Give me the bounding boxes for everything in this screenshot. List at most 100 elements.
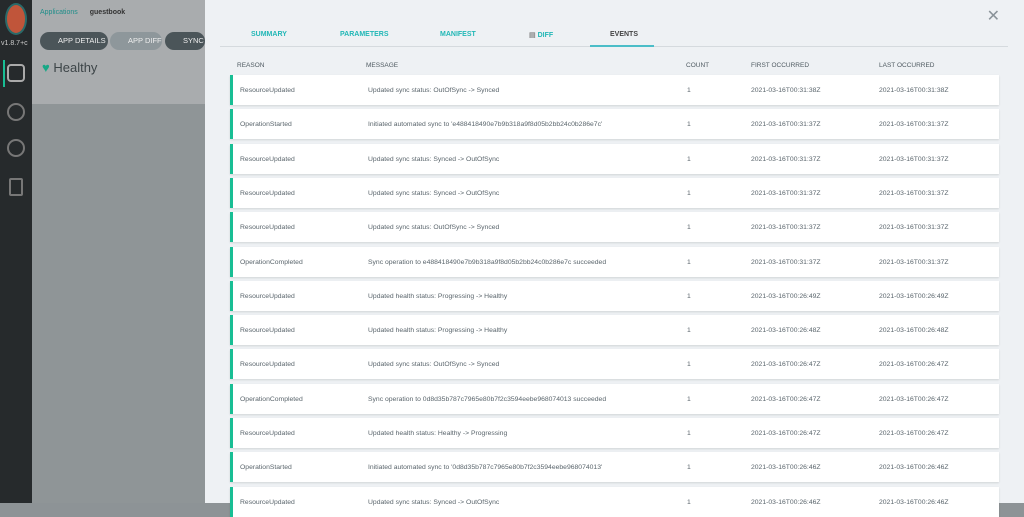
active-tab-underline: [590, 45, 654, 47]
event-reason: OperationCompleted: [240, 258, 303, 266]
tab-bar: SUMMARY PARAMETERS MANIFEST ▤ DIFF EVENT…: [220, 24, 1008, 47]
tab-diff-label: DIFF: [537, 32, 554, 39]
event-last: 2021-03-16T00:26:49Z: [879, 292, 949, 300]
version-label: v1.8.7+c: [1, 40, 28, 47]
event-row[interactable]: ResourceUpdated Updated health status: Pr…: [230, 315, 999, 346]
event-count: 1: [687, 121, 691, 129]
event-row[interactable]: ResourceUpdated Updated sync status: Sync…: [230, 486, 999, 517]
event-first: 2021-03-16T00:26:47Z: [751, 430, 821, 437]
event-reason: ResourceUpdated: [240, 189, 295, 197]
tab-manifest[interactable]: MANIFEST: [440, 31, 476, 38]
header-last-occurred: LAST OCCURRED: [879, 62, 935, 69]
event-row[interactable]: ResourceUpdated Updated sync status: OutO…: [230, 212, 999, 243]
app-diff-button[interactable]: APP DIFF: [110, 32, 162, 50]
event-count: 1: [687, 258, 691, 266]
event-count: 1: [687, 395, 691, 403]
event-row[interactable]: OperationStarted Initiated automated sync…: [230, 452, 999, 483]
event-count: 1: [687, 430, 691, 437]
file-icon: ▤: [529, 32, 536, 39]
event-message: Updated sync status: Synced -> OutOfSync: [368, 155, 500, 163]
docs-icon[interactable]: [9, 178, 23, 196]
close-icon[interactable]: ✕: [987, 6, 1000, 26]
event-message: Initiated automated sync to '0d8d35b787c…: [368, 464, 603, 472]
event-message: Initiated automated sync to 'e488418490e…: [368, 121, 603, 129]
event-reason: ResourceUpdated: [240, 361, 295, 369]
event-last: 2021-03-16T00:31:37Z: [879, 189, 949, 197]
event-message: Updated sync status: OutOfSync -> Synced: [368, 224, 500, 232]
event-first: 2021-03-16T00:26:46Z: [751, 464, 821, 472]
event-last: 2021-03-16T00:26:46Z: [879, 498, 949, 506]
event-first: 2021-03-16T00:31:37Z: [751, 189, 821, 197]
event-count: 1: [687, 498, 691, 506]
event-first: 2021-03-16T00:26:47Z: [751, 395, 821, 403]
header-message: MESSAGE: [366, 62, 399, 69]
event-last: 2021-03-16T00:31:37Z: [879, 155, 949, 163]
event-count: 1: [687, 327, 691, 335]
event-row[interactable]: OperationCompleted Sync operation to 0d8d…: [230, 383, 999, 414]
sync-button[interactable]: SYNC: [165, 32, 205, 50]
event-count: 1: [687, 87, 691, 94]
app-page-background: [32, 104, 205, 503]
event-reason: OperationStarted: [240, 464, 292, 472]
event-message: Updated health status: Progressing -> He…: [368, 327, 508, 335]
event-reason: ResourceUpdated: [240, 498, 295, 506]
event-count: 1: [687, 361, 691, 369]
event-last: 2021-03-16T00:31:37Z: [879, 121, 949, 129]
event-last: 2021-03-16T00:31:38Z: [879, 87, 949, 94]
event-row[interactable]: ResourceUpdated Updated sync status: Sync…: [230, 143, 999, 174]
event-reason: ResourceUpdated: [240, 430, 295, 437]
event-first: 2021-03-16T00:31:37Z: [751, 224, 821, 232]
breadcrumb-applications[interactable]: Applications: [40, 9, 78, 16]
event-reason: ResourceUpdated: [240, 327, 295, 335]
event-message: Sync operation to e488418490e7b9b318a9f8…: [368, 258, 607, 266]
event-reason: ResourceUpdated: [240, 292, 295, 300]
settings-icon[interactable]: [7, 103, 25, 121]
event-row[interactable]: OperationStarted Initiated automated sync…: [230, 109, 999, 140]
event-message: Updated sync status: Synced -> OutOfSync: [368, 498, 500, 506]
event-count: 1: [687, 224, 691, 232]
sidebar: v1.8.7+c: [0, 0, 32, 503]
event-message: Updated sync status: OutOfSync -> Synced: [368, 87, 500, 94]
event-row[interactable]: ResourceUpdated Updated sync status: OutO…: [230, 349, 999, 380]
event-first: 2021-03-16T00:31:37Z: [751, 155, 821, 163]
tab-parameters[interactable]: PARAMETERS: [340, 31, 388, 38]
active-indicator: [3, 60, 5, 87]
applications-icon[interactable]: [7, 64, 25, 82]
header-first-occurred: FIRST OCCURRED: [751, 62, 810, 69]
event-last: 2021-03-16T00:26:48Z: [879, 327, 949, 335]
event-last: 2021-03-16T00:31:37Z: [879, 258, 949, 266]
event-first: 2021-03-16T00:26:47Z: [751, 361, 821, 369]
event-reason: ResourceUpdated: [240, 87, 295, 94]
event-message: Updated sync status: OutOfSync -> Synced: [368, 361, 500, 369]
user-icon[interactable]: [7, 139, 25, 157]
health-label: Healthy: [53, 60, 98, 75]
app-details-button[interactable]: APP DETAILS: [40, 32, 108, 50]
breadcrumb: Applications guestbook: [40, 9, 125, 16]
event-count: 1: [687, 155, 691, 163]
breadcrumb-current: guestbook: [89, 9, 126, 16]
event-row[interactable]: ResourceUpdated Updated health status: Pr…: [230, 280, 999, 311]
tab-events[interactable]: EVENTS: [610, 31, 638, 38]
event-reason: ResourceUpdated: [240, 155, 295, 163]
event-first: 2021-03-16T00:26:46Z: [751, 498, 821, 506]
event-first: 2021-03-16T00:26:49Z: [751, 292, 821, 300]
tab-summary[interactable]: SUMMARY: [251, 31, 287, 38]
event-row[interactable]: ResourceUpdated Updated sync status: Sync…: [230, 177, 999, 208]
event-reason: OperationCompleted: [240, 395, 303, 403]
event-message: Updated health status: Progressing -> He…: [368, 292, 508, 300]
event-row[interactable]: ResourceUpdated Updated sync status: OutO…: [230, 75, 999, 105]
event-message: Updated sync status: Synced -> OutOfSync: [368, 189, 500, 197]
event-row[interactable]: OperationCompleted Sync operation to e488…: [230, 246, 999, 277]
event-last: 2021-03-16T00:31:37Z: [879, 224, 949, 232]
argo-logo[interactable]: [5, 3, 27, 35]
health-status: ♥ Healthy: [42, 60, 97, 75]
event-count: 1: [687, 292, 691, 300]
event-first: 2021-03-16T00:31:38Z: [751, 87, 821, 94]
event-first: 2021-03-16T00:31:37Z: [751, 258, 821, 266]
event-message: Updated health status: Healthy -> Progre…: [368, 430, 508, 437]
event-row[interactable]: ResourceUpdated Updated health status: He…: [230, 418, 999, 448]
tab-diff[interactable]: ▤ DIFF: [529, 31, 553, 39]
event-reason: ResourceUpdated: [240, 224, 295, 232]
heart-icon: ♥: [42, 60, 50, 75]
event-reason: OperationStarted: [240, 121, 292, 129]
